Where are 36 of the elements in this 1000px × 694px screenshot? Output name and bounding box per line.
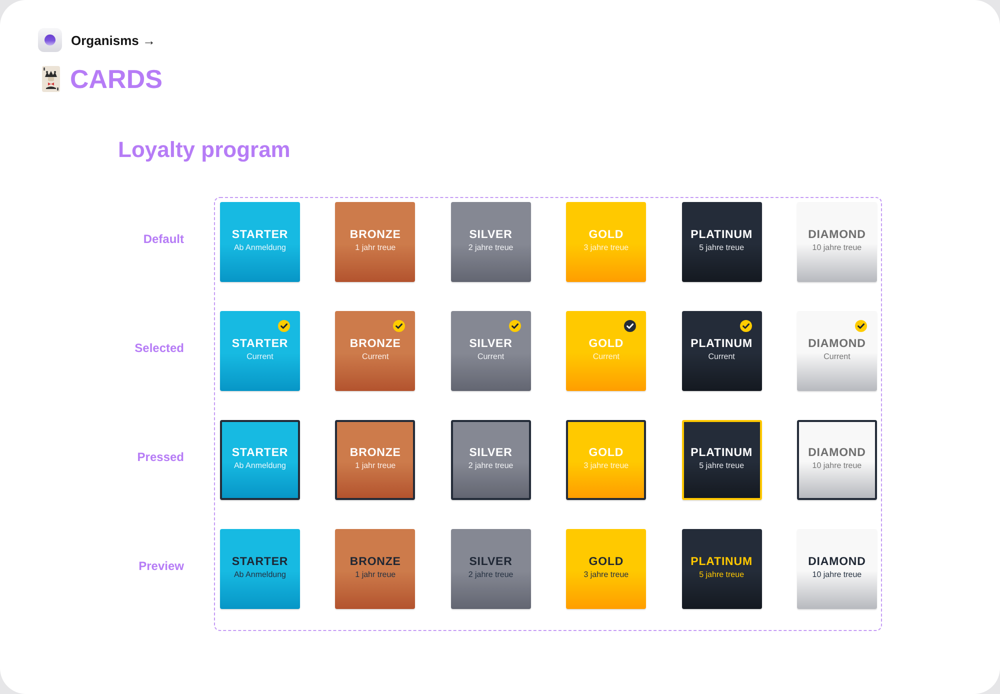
tier-card[interactable]: DIAMOND 10 jahre treue — [796, 420, 877, 500]
tier-card[interactable]: STARTER Ab Anmeldung — [220, 420, 300, 500]
tier-card[interactable]: STARTER Ab Anmeldung — [220, 529, 300, 609]
state-label: Selected — [134, 341, 184, 355]
tier-card[interactable]: BRONZE 1 jahr treue — [335, 529, 416, 609]
state-label: Default — [143, 232, 184, 246]
tier-card[interactable]: DIAMOND 10 jahre treue — [796, 202, 877, 282]
tier-card[interactable]: SILVER 2 jahre treue — [450, 202, 531, 282]
tier-card[interactable]: PLATINUM 5 jahre treue — [682, 202, 762, 282]
checkmark-icon — [740, 320, 752, 332]
joker-card-icon — [42, 66, 60, 92]
tier-card[interactable]: BRONZE 1 jahr treue — [335, 420, 416, 500]
tier-card[interactable]: STARTER Ab Anmeldung — [220, 202, 300, 282]
checkmark-icon — [508, 320, 521, 332]
checkmark-icon — [624, 320, 636, 332]
tier-card[interactable]: PLATINUM Current — [682, 311, 762, 391]
state-label: Preview — [138, 559, 184, 573]
tier-card[interactable]: SILVER Current — [450, 311, 531, 391]
tier-card[interactable]: DIAMOND 10 jahre treue — [796, 529, 877, 609]
tier-card[interactable]: DIAMOND Current — [796, 311, 877, 391]
tier-card[interactable]: PLATINUM 5 jahre treue — [682, 529, 762, 609]
checkmark-icon — [393, 320, 406, 332]
tier-card[interactable]: BRONZE 1 jahr treue — [335, 202, 416, 282]
tier-card[interactable]: SILVER 2 jahre treue — [450, 529, 531, 609]
state-label: Pressed — [137, 450, 184, 464]
checkmark-icon — [278, 320, 290, 332]
tier-card[interactable]: BRONZE Current — [335, 311, 416, 391]
section-title: Loyalty program — [118, 137, 290, 163]
breadcrumb-link[interactable]: Organisms → — [71, 32, 156, 48]
tier-card[interactable]: PLATINUM 5 jahre treue — [682, 420, 762, 500]
tier-card[interactable]: STARTER Current — [220, 311, 300, 391]
tier-card[interactable]: GOLD 3 jahre treue — [566, 529, 646, 609]
tier-card[interactable]: SILVER 2 jahre treue — [450, 420, 531, 500]
page-title: CARDS — [70, 64, 162, 94]
checkmark-icon — [854, 320, 867, 332]
app-icon — [38, 28, 62, 52]
